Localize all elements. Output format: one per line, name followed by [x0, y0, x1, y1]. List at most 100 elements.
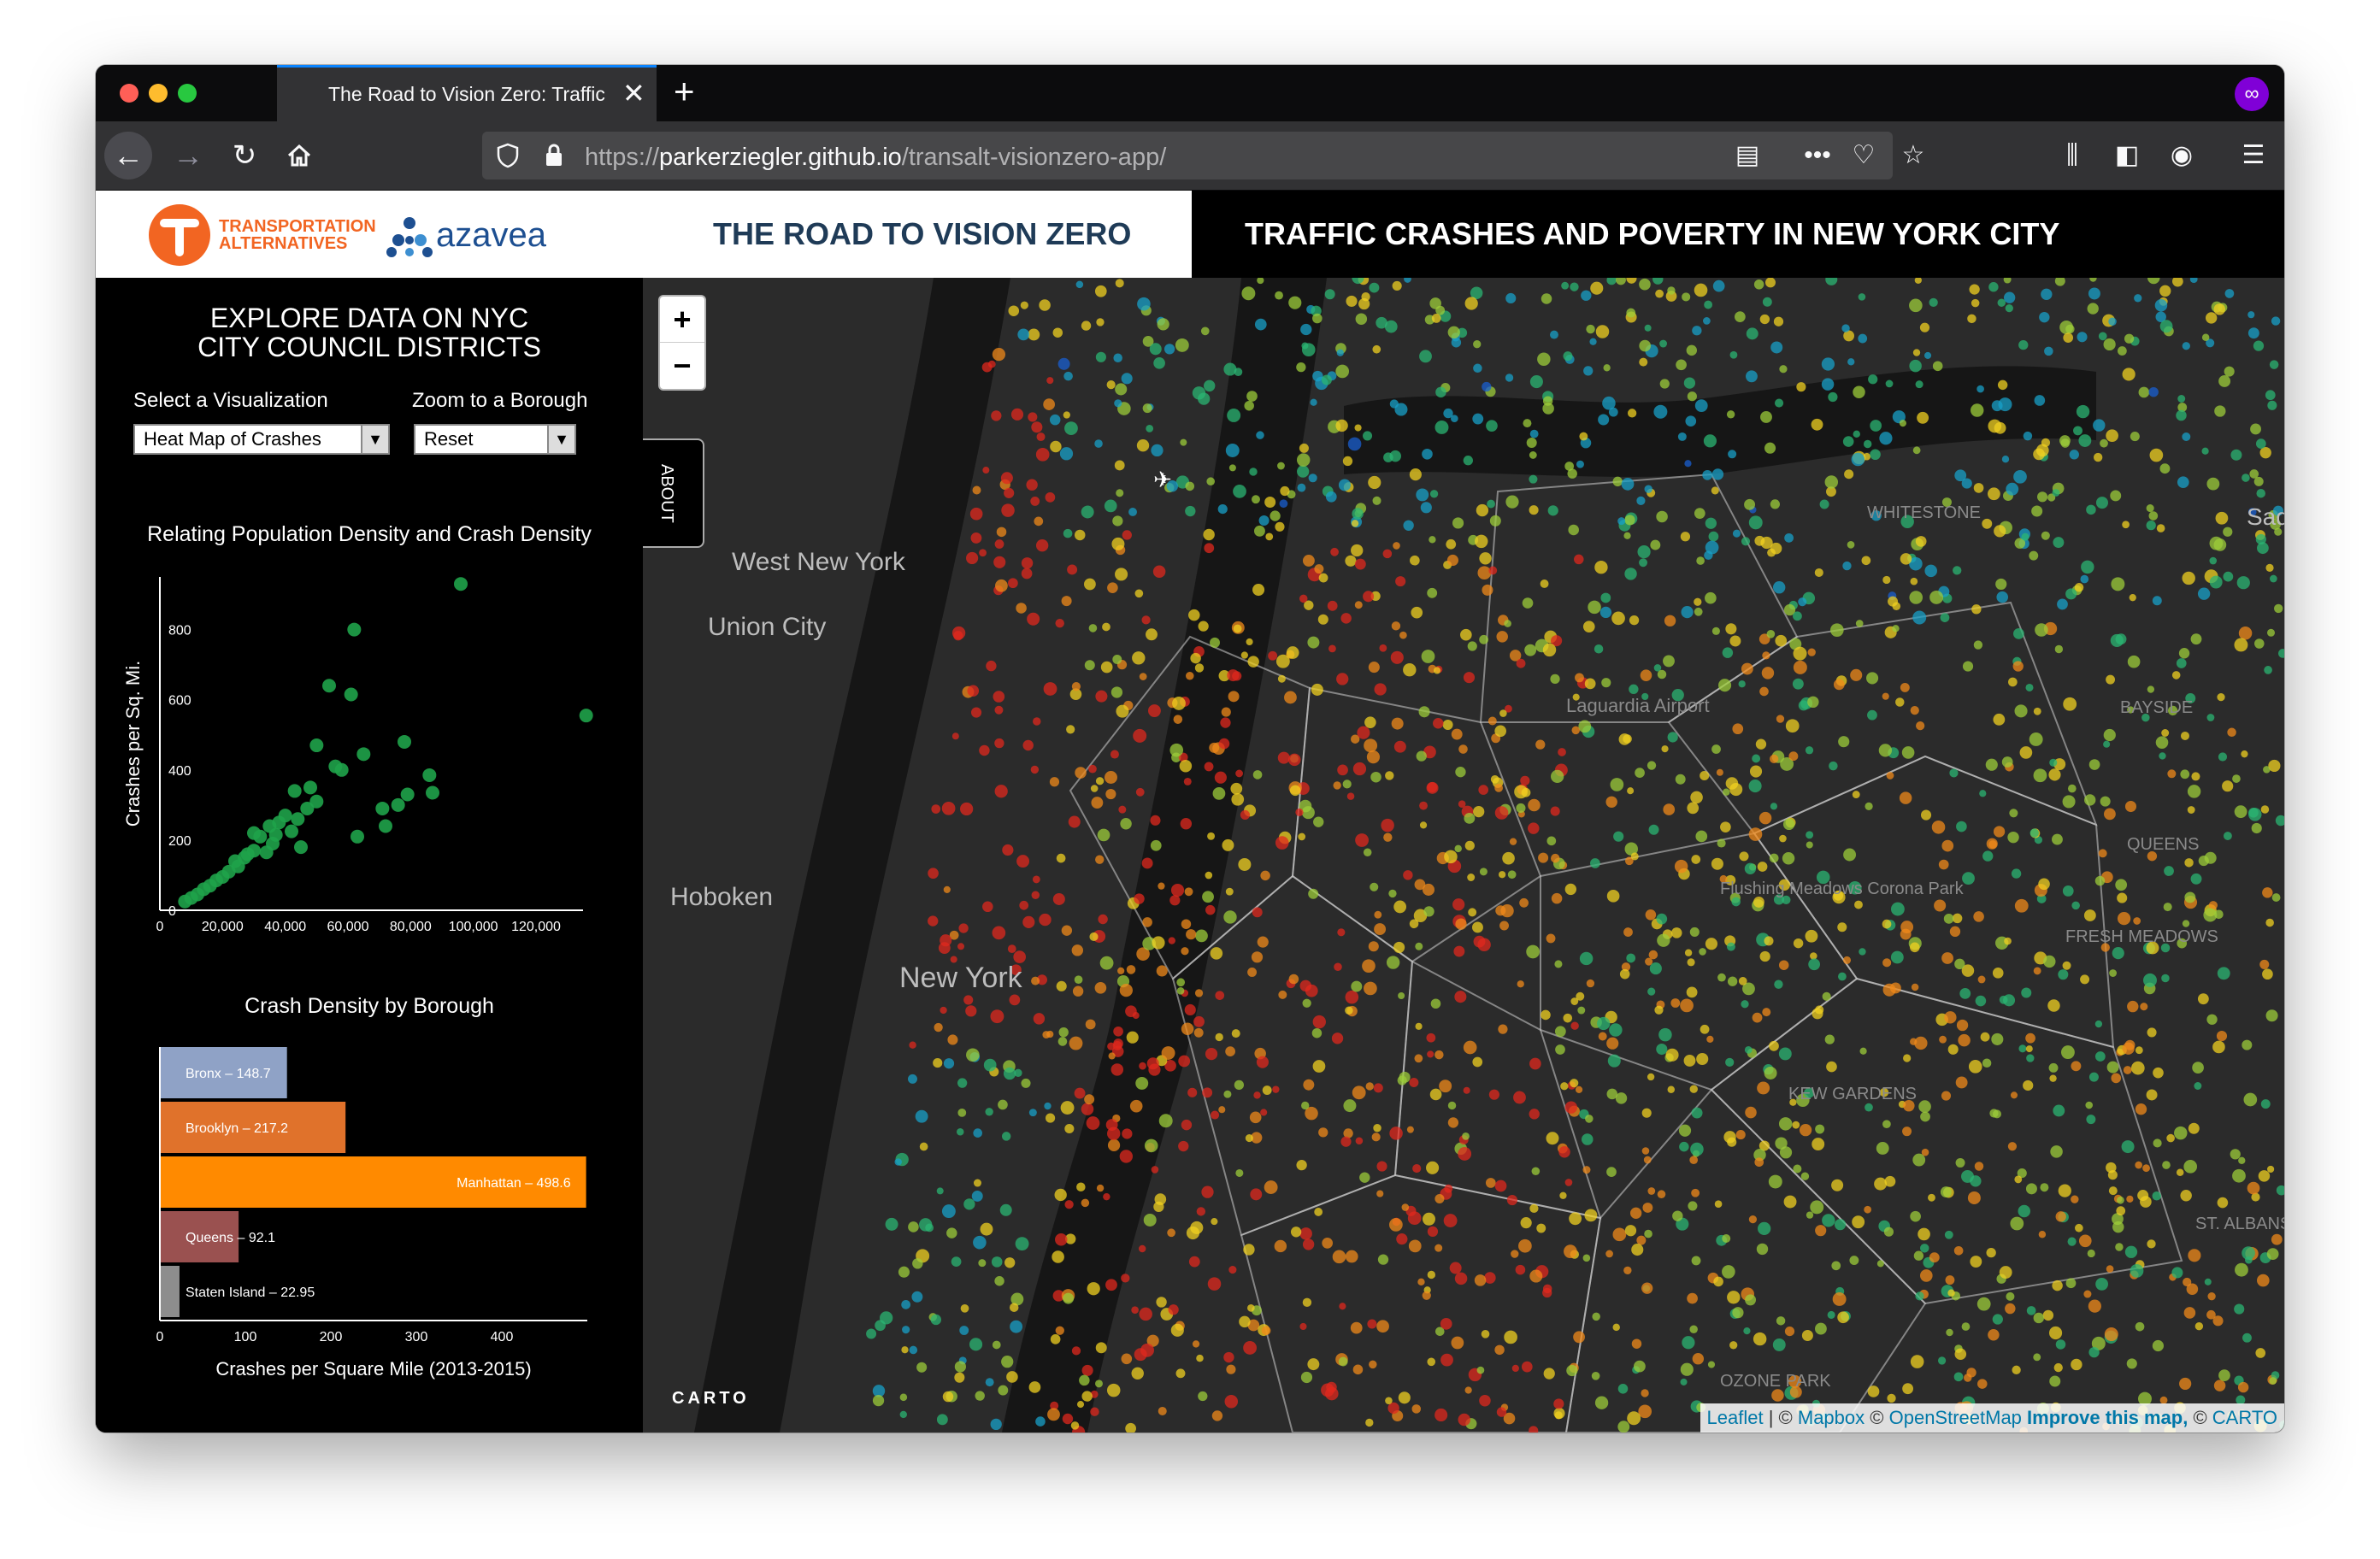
- azavea-logo-icon[interactable]: [386, 216, 433, 257]
- heat-dot: [1190, 1221, 1204, 1234]
- scatter-point[interactable]: [398, 734, 411, 749]
- url-text[interactable]: https://parkerziegler.github.io/transalt…: [585, 144, 1166, 172]
- mapbox-link[interactable]: Mapbox: [1798, 1407, 1865, 1428]
- scatter-point[interactable]: [347, 622, 362, 637]
- heat-dot: [1452, 517, 1464, 529]
- scatter-point[interactable]: [579, 709, 593, 723]
- heat-dot: [1224, 1394, 1239, 1409]
- tab-active[interactable]: The Road to Vision Zero: Traffic ✕: [277, 65, 657, 121]
- borough-select[interactable]: Reset ▼: [414, 424, 576, 455]
- scatter-point[interactable]: [294, 840, 308, 855]
- scatter-point[interactable]: [334, 762, 349, 777]
- zoom-out-button[interactable]: −: [660, 343, 704, 388]
- minimize-window-button[interactable]: [149, 84, 168, 103]
- maximize-window-button[interactable]: [178, 84, 197, 103]
- heat-dot: [1300, 1371, 1313, 1384]
- heat-dot: [1227, 408, 1241, 422]
- scatter-point[interactable]: [426, 785, 439, 800]
- heat-dot: [1645, 909, 1657, 921]
- heat-map[interactable]: ✈ West New York Union City Hoboken New York…: [643, 278, 2284, 1433]
- heat-dot: [2023, 431, 2033, 441]
- bar-staten-island[interactable]: [160, 1266, 180, 1317]
- heat-dot: [2188, 1122, 2200, 1134]
- url-bar[interactable]: https://parkerziegler.github.io/transalt…: [482, 132, 1924, 179]
- scatter-point[interactable]: [247, 826, 261, 840]
- scatter-point[interactable]: [303, 780, 317, 795]
- heat-dot: [1699, 948, 1706, 956]
- heat-dot: [2130, 432, 2140, 442]
- scatter-point[interactable]: [322, 679, 336, 693]
- heat-dot: [1117, 967, 1125, 974]
- scatter-point[interactable]: [178, 894, 192, 909]
- close-window-button[interactable]: [120, 84, 138, 103]
- heat-dot: [1346, 295, 1358, 307]
- scatter-point[interactable]: [400, 787, 415, 802]
- pocket-icon[interactable]: ♡: [1845, 132, 1882, 179]
- more-actions-icon[interactable]: •••: [1799, 132, 1836, 179]
- heat-dot: [1961, 1322, 1971, 1331]
- improve-map-link[interactable]: Improve this map,: [2027, 1407, 2188, 1428]
- scatter-point[interactable]: [379, 819, 392, 833]
- scatter-point[interactable]: [391, 797, 405, 812]
- visualization-select[interactable]: Heat Map of Crashes ▼: [133, 424, 390, 455]
- account-icon[interactable]: ◉: [2163, 132, 2200, 179]
- reader-view-icon[interactable]: ▤: [1729, 132, 1766, 179]
- heat-dot: [1766, 630, 1776, 638]
- leaflet-link[interactable]: Leaflet: [1707, 1407, 1764, 1428]
- heat-dot: [1639, 558, 1648, 568]
- scatter-point[interactable]: [356, 747, 371, 762]
- scatter-point[interactable]: [375, 801, 390, 815]
- heat-dot: [2124, 800, 2137, 813]
- heat-dot: [1039, 299, 1051, 311]
- menu-icon[interactable]: ☰: [2235, 132, 2272, 179]
- forward-button[interactable]: →: [164, 132, 212, 179]
- library-icon[interactable]: ⫼: [2053, 132, 2091, 179]
- new-tab-button[interactable]: +: [674, 72, 695, 111]
- bookmark-star-icon[interactable]: ☆: [1894, 132, 1932, 179]
- scatter-point[interactable]: [285, 824, 298, 838]
- carto-link[interactable]: CARTO: [2212, 1407, 2277, 1428]
- scatter-point[interactable]: [272, 815, 286, 830]
- heat-dot: [1674, 859, 1688, 874]
- heat-dot: [1892, 625, 1900, 632]
- heat-dot: [1256, 1056, 1269, 1068]
- heat-dot: [1194, 989, 1204, 997]
- sidebar-toggle-icon[interactable]: ◧: [2108, 132, 2146, 179]
- home-button[interactable]: [275, 132, 323, 179]
- scatter-point[interactable]: [344, 687, 358, 702]
- heat-dot: [1062, 1413, 1074, 1425]
- heat-dot: [963, 995, 974, 1005]
- back-button[interactable]: ←: [104, 132, 152, 179]
- scatter-point[interactable]: [351, 829, 364, 844]
- transportation-alternatives-logo[interactable]: [149, 204, 210, 266]
- heat-dot: [940, 1006, 947, 1015]
- scatter-point[interactable]: [422, 768, 437, 782]
- close-icon[interactable]: ✕: [622, 78, 645, 109]
- heat-dot: [2163, 903, 2172, 912]
- heat-dot: [1743, 1327, 1751, 1335]
- scatter-point[interactable]: [454, 577, 468, 591]
- scatter-point[interactable]: [291, 812, 305, 827]
- heat-dot: [1832, 1292, 1847, 1306]
- scatter-point[interactable]: [300, 801, 315, 815]
- scatter-point[interactable]: [309, 738, 324, 753]
- scatter-point[interactable]: [238, 850, 251, 865]
- heat-dot: [1312, 313, 1323, 324]
- heat-dot: [1546, 1132, 1559, 1145]
- reload-button[interactable]: ↻: [221, 132, 268, 179]
- zoom-in-button[interactable]: +: [660, 297, 704, 343]
- heat-dot: [1847, 540, 1855, 549]
- scatter-point[interactable]: [259, 845, 274, 860]
- heat-dot: [1476, 503, 1489, 517]
- heat-dot: [1260, 1109, 1268, 1116]
- osm-link[interactable]: OpenStreetMap: [1889, 1407, 2022, 1428]
- heat-dot: [1427, 1226, 1439, 1237]
- heat-dot: [1223, 1351, 1234, 1363]
- scatter-point[interactable]: [287, 784, 302, 798]
- about-tab[interactable]: ABOUT: [643, 438, 704, 548]
- heat-dot: [1064, 1200, 1074, 1209]
- heat-dot: [1214, 771, 1227, 784]
- map-canvas[interactable]: ✈: [643, 278, 2284, 1433]
- carto-logo[interactable]: CARTO: [672, 1389, 750, 1409]
- heat-dot: [2014, 704, 2028, 718]
